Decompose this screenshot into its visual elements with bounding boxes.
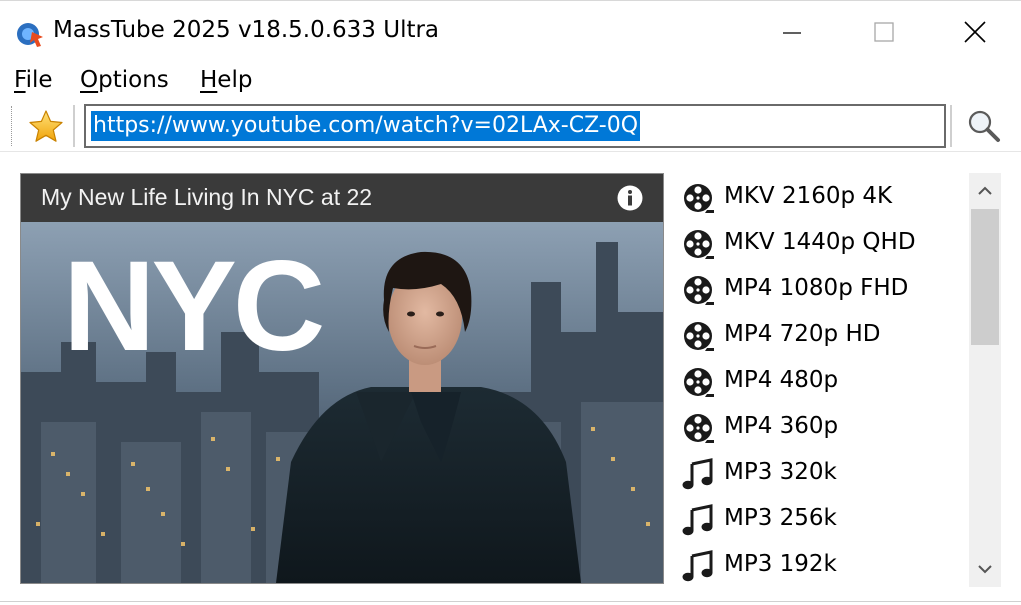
video-preview-panel[interactable]: My New Life Living In NYC at 22 NYC bbox=[20, 173, 664, 584]
close-button[interactable] bbox=[929, 1, 1021, 63]
menu-bar: File Options Help bbox=[0, 63, 1021, 101]
star-icon bbox=[29, 110, 63, 142]
format-item[interactable]: MP4 360p bbox=[672, 405, 968, 449]
music-note-icon bbox=[682, 458, 713, 490]
thumbnail-nyc-text: NYC bbox=[63, 235, 322, 378]
url-input[interactable]: https://www.youtube.com/watch?v=02LAx-CZ… bbox=[91, 111, 641, 141]
format-list-scrollbar[interactable] bbox=[969, 173, 1001, 587]
toolbar: https://www.youtube.com/watch?v=02LAx-CZ… bbox=[0, 101, 1021, 151]
format-item[interactable]: MKV 2160p 4K bbox=[672, 175, 968, 219]
film-reel-icon bbox=[684, 414, 714, 443]
format-label: MP3 320k bbox=[724, 459, 837, 485]
minimize-button[interactable] bbox=[746, 1, 838, 63]
video-title: My New Life Living In NYC at 22 bbox=[41, 184, 373, 210]
search-button[interactable] bbox=[958, 104, 1010, 148]
format-item[interactable]: MP3 192k bbox=[672, 543, 968, 587]
film-reel-icon bbox=[684, 368, 714, 397]
music-note-icon bbox=[682, 504, 713, 536]
format-label: MP4 1080p FHD bbox=[724, 275, 909, 301]
format-list: MKV 2160p 4K MKV 1440p QHD MP4 1080p FHD bbox=[672, 173, 968, 587]
menu-file-label-rest: ile bbox=[25, 67, 53, 93]
url-field[interactable]: https://www.youtube.com/watch?v=02LAx-CZ… bbox=[84, 104, 946, 148]
app-window: MassTube 2025 v18.5.0.633 Ultra File Opt… bbox=[0, 0, 1021, 605]
music-note-icon bbox=[682, 550, 713, 582]
film-reel-icon bbox=[684, 276, 714, 305]
toolbar-grip[interactable] bbox=[11, 106, 12, 146]
format-label: MP3 192k bbox=[724, 551, 837, 577]
info-icon[interactable] bbox=[616, 184, 644, 212]
format-label: MKV 1440p QHD bbox=[724, 229, 916, 255]
title-bar[interactable]: MassTube 2025 v18.5.0.633 Ultra bbox=[0, 1, 1021, 63]
toolbar-separator bbox=[73, 105, 75, 147]
minimize-icon bbox=[783, 32, 801, 34]
masstube-app-icon bbox=[17, 23, 43, 47]
format-item[interactable]: MKV 1440p QHD bbox=[672, 221, 968, 265]
magnifier-icon bbox=[968, 110, 1000, 142]
scroll-up-button[interactable] bbox=[969, 173, 1001, 209]
menu-options[interactable]: Options bbox=[80, 67, 169, 93]
format-item[interactable]: MP3 320k bbox=[672, 451, 968, 495]
format-label: MP4 480p bbox=[724, 367, 839, 393]
menu-help[interactable]: Help bbox=[200, 67, 252, 93]
video-thumbnail[interactable]: NYC bbox=[21, 222, 663, 583]
format-label: MP4 360p bbox=[724, 413, 839, 439]
toolbar-separator bbox=[950, 105, 952, 147]
format-item[interactable]: MP4 1080p FHD bbox=[672, 267, 968, 311]
menu-options-label-rest: ptions bbox=[98, 67, 169, 93]
film-reel-icon bbox=[684, 230, 714, 259]
chevron-up-icon bbox=[978, 186, 992, 195]
menu-file[interactable]: File bbox=[14, 67, 53, 93]
maximize-icon bbox=[874, 22, 894, 42]
format-item[interactable]: MP4 720p HD bbox=[672, 313, 968, 357]
format-label: MKV 2160p 4K bbox=[724, 183, 893, 209]
maximize-button[interactable] bbox=[838, 1, 930, 63]
menu-help-label-rest: elp bbox=[217, 67, 253, 93]
scroll-thumb[interactable] bbox=[971, 209, 999, 345]
video-header: My New Life Living In NYC at 22 bbox=[21, 174, 663, 222]
film-reel-icon bbox=[684, 184, 714, 213]
format-label: MP3 256k bbox=[724, 505, 837, 531]
format-item[interactable]: MP3 256k bbox=[672, 497, 968, 541]
close-icon bbox=[964, 21, 986, 43]
window-bottom-edge bbox=[0, 601, 1021, 602]
chevron-down-icon bbox=[978, 565, 992, 574]
format-label: MP4 720p HD bbox=[724, 321, 881, 347]
menu-file-accelerator: F bbox=[14, 67, 26, 93]
scroll-down-button[interactable] bbox=[969, 551, 1001, 587]
menu-options-accelerator: O bbox=[80, 67, 99, 93]
favorite-button[interactable] bbox=[24, 104, 68, 148]
film-reel-icon bbox=[684, 322, 714, 351]
toolbar-divider bbox=[0, 151, 1021, 152]
format-item[interactable]: MP4 480p bbox=[672, 359, 968, 403]
window-title: MassTube 2025 v18.5.0.633 Ultra bbox=[53, 17, 440, 43]
menu-help-accelerator: H bbox=[200, 67, 218, 93]
